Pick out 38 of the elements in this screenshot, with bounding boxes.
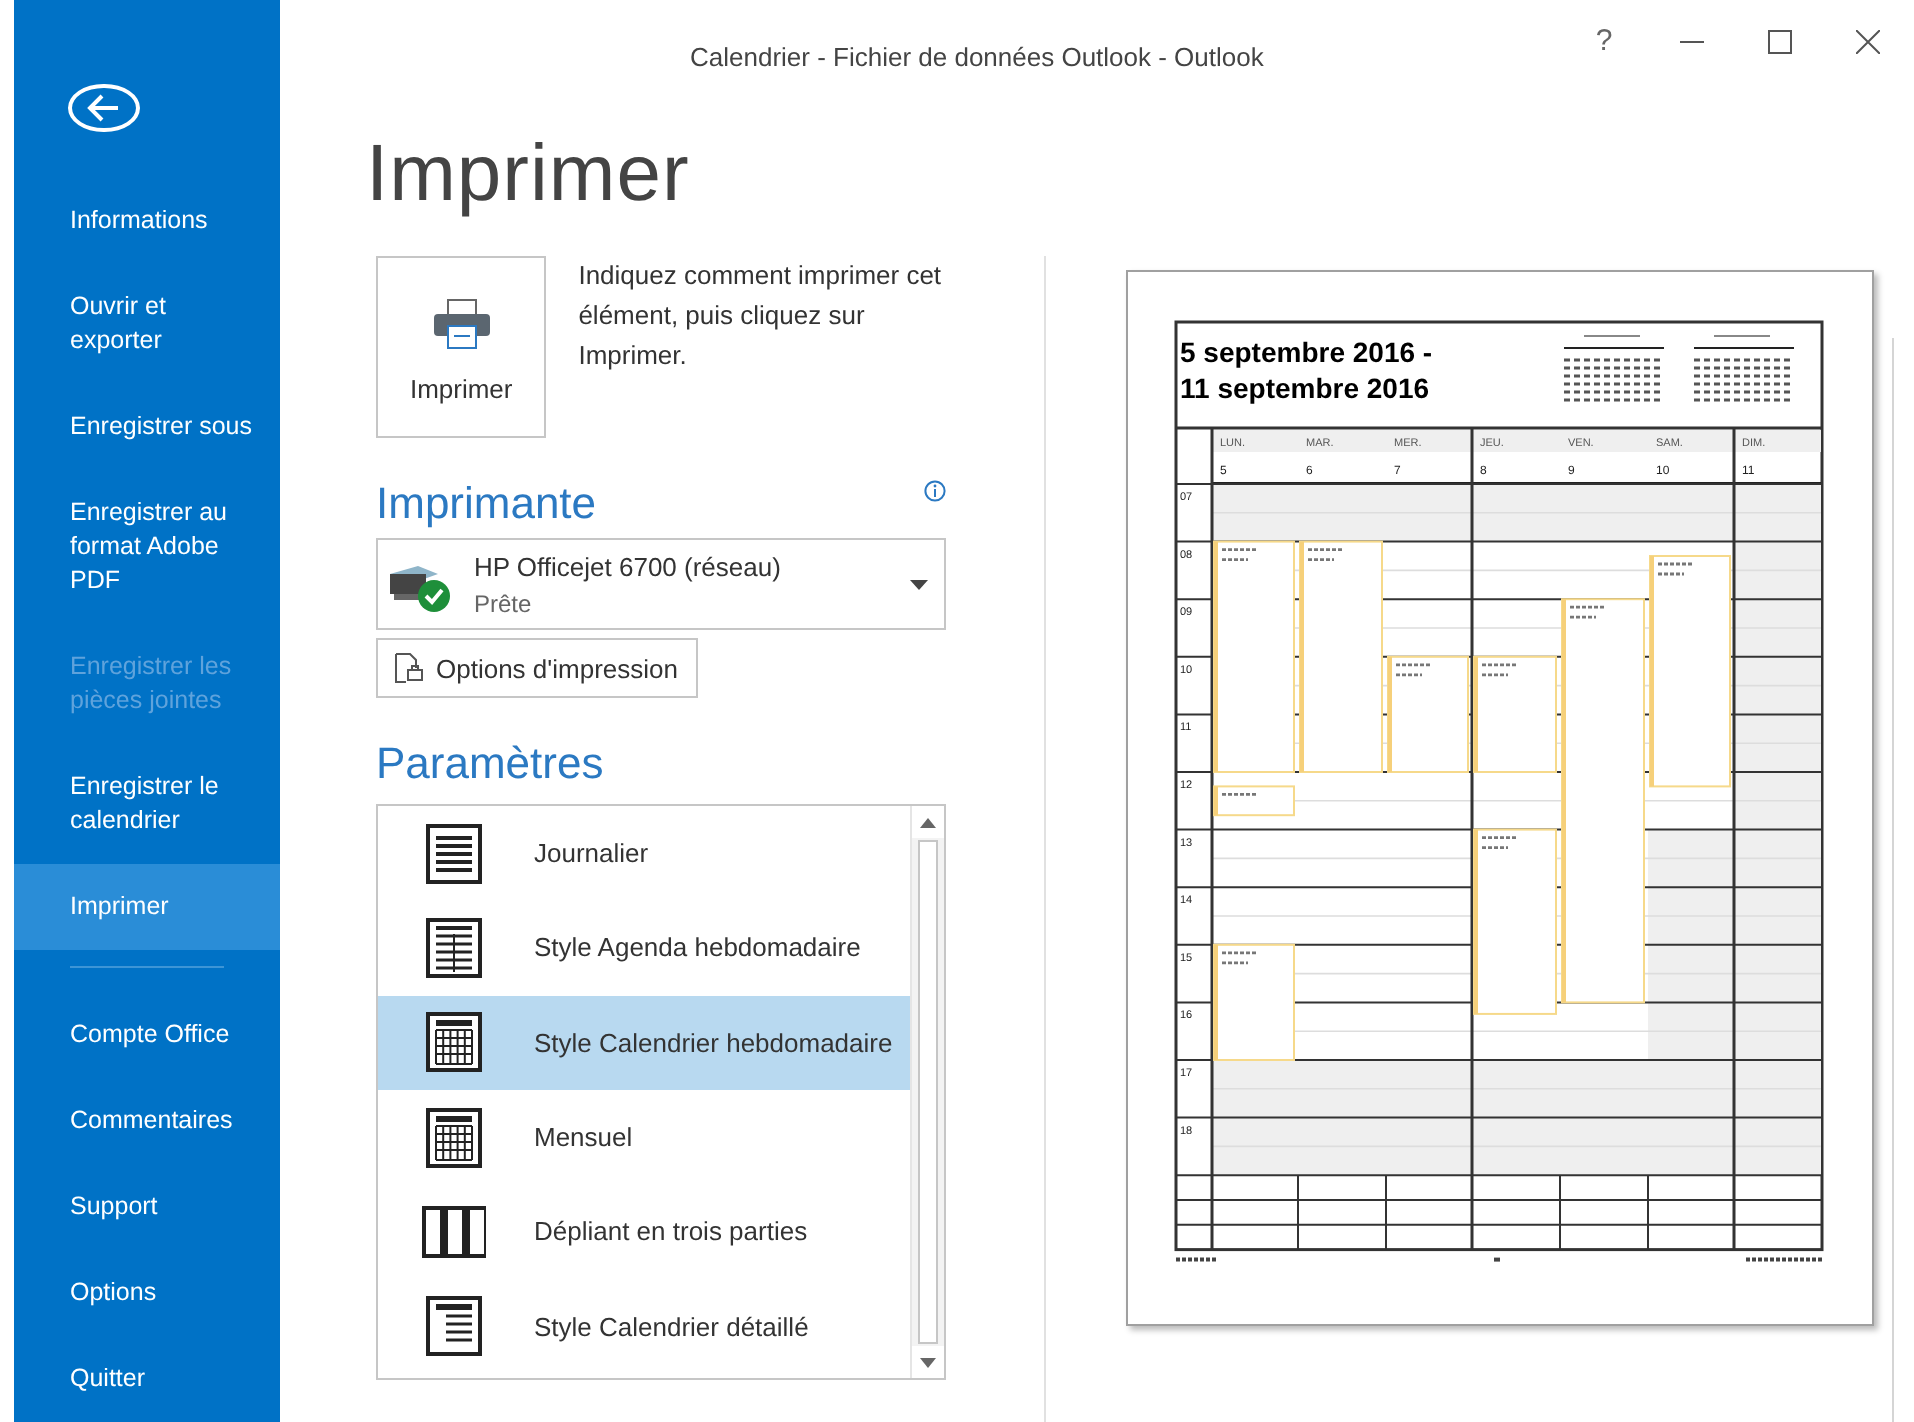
sidebar-item[interactable]: Informations (14, 178, 280, 265)
calendar-style-icon (422, 1105, 486, 1170)
page-heading: Imprimer (366, 130, 692, 220)
print-options-button[interactable]: Options d'impression (376, 638, 698, 698)
sidebar-item[interactable]: Compte Office (14, 992, 280, 1078)
calendar-style-icon (422, 915, 486, 980)
sidebar-item[interactable]: Ouvrir et exporter (14, 264, 280, 385)
print-style-item[interactable]: Style Calendrier hebdomadaire (378, 995, 910, 1090)
printer-dropdown[interactable]: HP Officejet 6700 (réseau) Prête (376, 538, 946, 630)
help-button[interactable]: ? (1574, 17, 1634, 65)
sidebar-item[interactable]: Support (14, 1164, 280, 1250)
sidebar-item[interactable]: Imprimer (14, 864, 280, 951)
dropdown-caret-icon (910, 579, 928, 589)
printer-icon (431, 298, 492, 350)
sidebar-item[interactable]: Commentaires (14, 1078, 280, 1164)
scroll-up-icon[interactable] (920, 817, 936, 827)
section-heading: Imprimante (376, 478, 597, 530)
print-options-icon (392, 652, 424, 684)
sidebar-item[interactable]: Enregistrer au format Adobe PDF (14, 470, 280, 625)
back-button[interactable] (68, 84, 140, 133)
sidebar-item[interactable]: Options (14, 1250, 280, 1336)
info-icon[interactable] (924, 480, 946, 502)
sidebar-item[interactable]: Enregistrer le calendrier (14, 744, 280, 865)
section-heading: Paramètres (376, 738, 604, 790)
calendar-style-icon (422, 1010, 486, 1075)
calendar-style-icon (422, 1294, 486, 1359)
sidebar-item[interactable]: Enregistrer sous (14, 384, 280, 471)
preview-date-range: 5 septembre 2016 - (1180, 336, 1433, 368)
close-icon (1856, 29, 1880, 53)
maximize-icon (1768, 29, 1792, 53)
preview-date-range: 11 septembre 2016 (1180, 372, 1430, 404)
list-scrollbar[interactable] (910, 806, 944, 1378)
calendar-style-icon (422, 821, 486, 886)
window-title: Calendrier - Fichier de données Outlook - Outlook (690, 42, 1264, 72)
print-button[interactable]: Imprimer (376, 256, 547, 438)
print-instructions: Indiquez comment imprimer cet élément, puis cliquez sur Imprimer. (578, 258, 944, 374)
scroll-down-icon[interactable] (920, 1357, 936, 1367)
sidebar-item[interactable]: Quitter (14, 1336, 280, 1422)
